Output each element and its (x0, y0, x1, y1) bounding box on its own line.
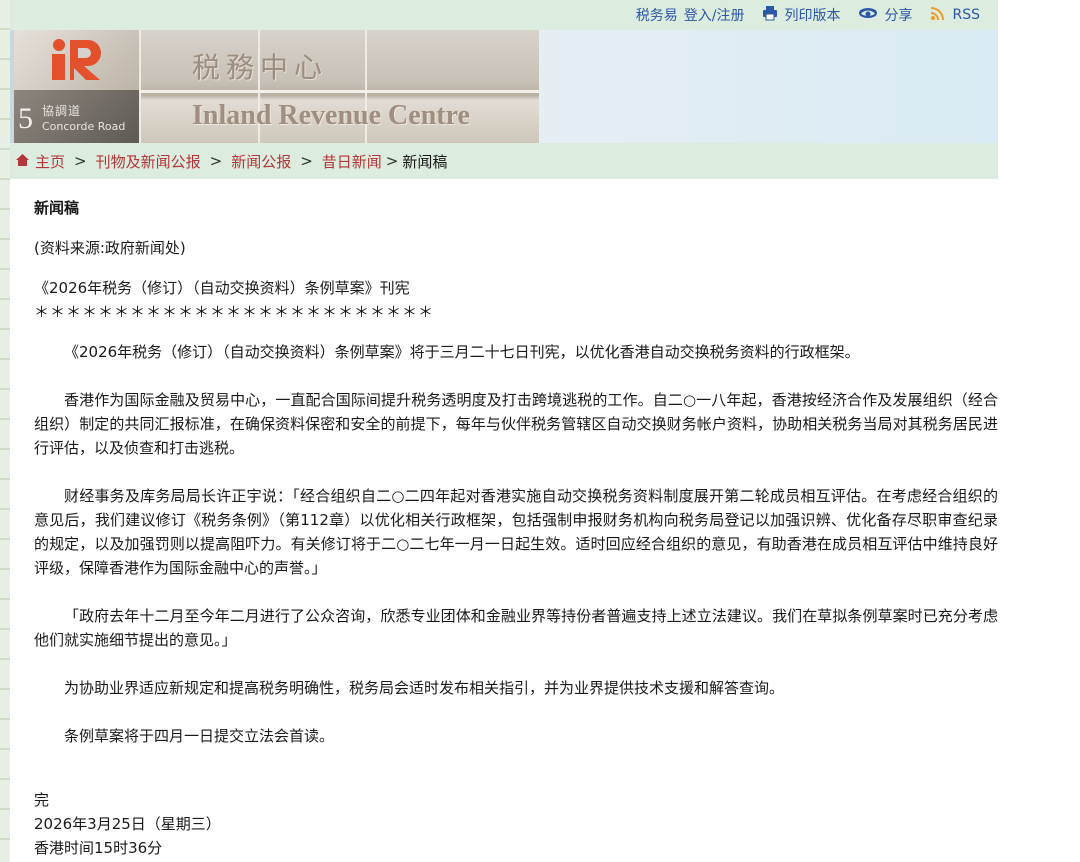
title-underline-stars: ＊＊＊＊＊＊＊＊＊＊＊＊＊＊＊＊＊＊＊＊＊＊＊＊＊ (34, 303, 435, 321)
article-content: 新闻稿 (资料来源:政府新闻处) 《2026年税务（修订）（自动交换资料）条例草… (34, 196, 998, 860)
banner-title-english: Inland Revenue Centre (192, 100, 470, 131)
breadcrumb-separator: > (209, 152, 223, 170)
page: 税务易 登入/注册 列印版本 分享 RSS 5 協調道 Concorde Roa… (10, 0, 998, 862)
end-mark: 完 (34, 791, 50, 809)
header-banner: 5 協調道 Concorde Road 税務中心 Inland Revenue … (10, 30, 998, 143)
home-icon[interactable] (16, 152, 29, 170)
print-version-link[interactable]: 列印版本 (762, 5, 840, 25)
road-name-english: Concorde Road (42, 120, 126, 133)
ird-logo[interactable] (48, 36, 104, 82)
breadcrumb-home-link[interactable]: 主页 (35, 151, 65, 172)
road-number: 5 (18, 102, 33, 135)
article-source: (资料来源:政府新闻处) (34, 239, 186, 257)
printer-icon (762, 5, 778, 25)
etax-login-link[interactable]: 税务易 登入/注册 (636, 5, 745, 25)
rss-label: RSS (952, 7, 980, 23)
road-name-chinese: 協調道 (42, 104, 82, 118)
login-register-link[interactable]: 登入/注册 (684, 5, 745, 25)
top-utility-bar: 税务易 登入/注册 列印版本 分享 RSS (10, 0, 998, 30)
breadcrumb-separator: > (300, 152, 313, 170)
article-title: 《2026年税务（修订）（自动交换资料）条例草案》刊宪 (34, 279, 410, 297)
breadcrumb-separator: > (385, 152, 399, 170)
banner-title-chinese: 税務中心 (192, 51, 329, 84)
breadcrumb-press-releases-link[interactable]: 新闻公报 (231, 151, 291, 172)
share-link[interactable]: 分享 (858, 5, 912, 25)
release-date: 2026年3月25日（星期三） (34, 815, 221, 833)
banner-divider (139, 90, 539, 93)
breadcrumb-current: 新闻稿 (402, 152, 448, 171)
article-paragraph: 《2026年税务（修订）（自动交换资料）条例草案》将于三月二十七日刊宪，以优化香… (64, 343, 860, 361)
article-footer: 完 2026年3月25日（星期三） 香港时间15时36分 (34, 788, 998, 860)
article-paragraph: 为协助业界适应新规定和提高税务明确性，税务局会适时发布相关指引，并为业界提供技术… (64, 679, 785, 697)
breadcrumb-archive-link[interactable]: 昔日新闻 (322, 151, 382, 172)
article-paragraph: 财经事务及库务局局长许正宇说：「经合组织自二○二四年起对香港实施自动交换税务资料… (34, 487, 998, 577)
article-paragraph: 「政府去年十二月至今年二月进行了公众咨询，欣悉专业团体和金融业界等持份者普遍支持… (34, 607, 998, 649)
rss-link[interactable]: RSS (930, 5, 980, 25)
release-time: 香港时间15时36分 (34, 839, 163, 857)
page-title: 新闻稿 (34, 199, 80, 217)
rss-icon (930, 5, 946, 25)
utility-links: 税务易 登入/注册 列印版本 分享 RSS (636, 5, 980, 25)
share-label: 分享 (884, 8, 913, 24)
left-edge-strip (0, 0, 10, 862)
breadcrumb-publications-link[interactable]: 刊物及新闻公报 (96, 151, 201, 172)
share-icon (858, 5, 878, 25)
breadcrumb-separator: > (74, 152, 87, 170)
banner-divider (139, 30, 141, 143)
breadcrumb: 主页 > 刊物及新闻公报 > 新闻公报 > 昔日新闻 > 新闻稿 (10, 143, 998, 179)
etax-link[interactable]: 税务易 (636, 5, 678, 25)
article-paragraph: 香港作为国际金融及贸易中心，一直配合国际间提升税务透明度及打击跨境逃税的工作。自… (34, 391, 998, 457)
print-version-label: 列印版本 (784, 8, 841, 24)
article-paragraph: 条例草案将于四月一日提交立法会首读。 (64, 727, 335, 745)
